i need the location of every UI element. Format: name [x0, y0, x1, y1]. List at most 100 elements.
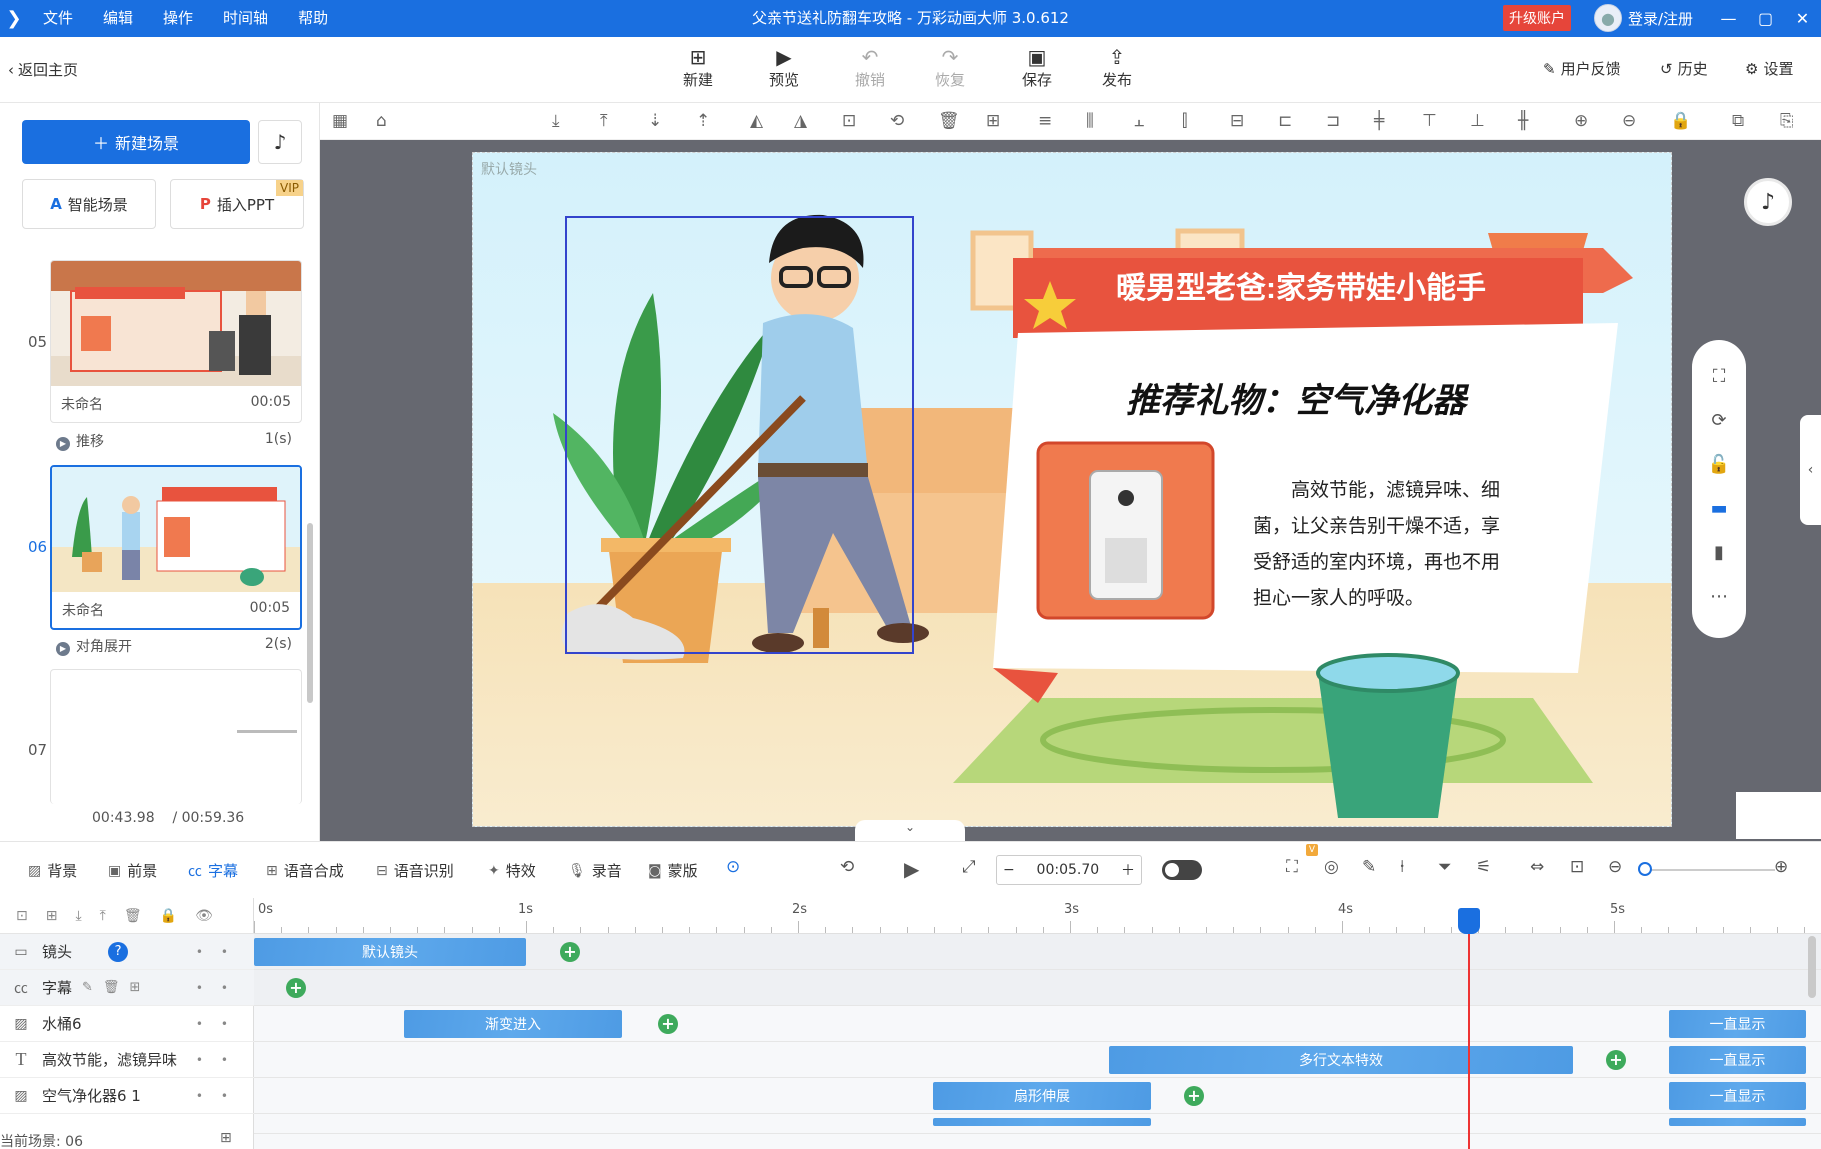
flip-vertical-icon[interactable]: ◮: [794, 111, 807, 131]
playhead-handle[interactable]: [1458, 908, 1480, 934]
more-tabs-icon[interactable]: ⊙: [726, 857, 740, 877]
zoom-out-icon[interactable]: ⊖: [1608, 857, 1622, 877]
publish-button[interactable]: ⇪ 发布: [1087, 45, 1147, 90]
unlock-icon[interactable]: 🔓: [1692, 454, 1746, 475]
scene-music-button[interactable]: ♪: [258, 120, 302, 164]
spacing-icon[interactable]: ╫: [1518, 111, 1528, 131]
timeline-scrollbar[interactable]: [1808, 936, 1816, 998]
clip-purifier[interactable]: 扇形伸展: [933, 1082, 1151, 1110]
desktop-icon[interactable]: ▬: [1692, 498, 1746, 519]
flip-horizontal-icon[interactable]: ◭: [750, 111, 763, 131]
move-top-icon[interactable]: ⤒: [600, 111, 608, 131]
new-button[interactable]: ⊞ 新建: [668, 45, 728, 90]
banner-title[interactable]: 暖男型老爸:家务带娃小能手: [1116, 263, 1486, 307]
edit-icon[interactable]: ✎: [82, 980, 93, 995]
tab-speech-recognition[interactable]: ⊟ 语音识别: [376, 860, 454, 881]
preview-button[interactable]: ▶ 预览: [754, 45, 814, 90]
filter-icon[interactable]: ⏷: [1438, 857, 1452, 877]
save-button[interactable]: ▣ 保存: [1007, 45, 1067, 90]
redo-button[interactable]: ↷ 恢复: [920, 45, 980, 90]
menu-help[interactable]: 帮助: [283, 0, 343, 37]
camera-icon[interactable]: ◎: [1324, 857, 1339, 877]
delete-icon[interactable]: 🗑: [103, 980, 120, 995]
play-icon[interactable]: ▶: [904, 857, 919, 881]
canvas-music-button[interactable]: ♪: [1744, 178, 1792, 226]
add-keyframe-icon[interactable]: +: [560, 942, 580, 962]
align-middle-icon[interactable]: ╪: [1374, 111, 1384, 131]
align-bottom-icon[interactable]: ⫠: [1134, 111, 1144, 131]
split-icon[interactable]: ⍿: [1400, 857, 1404, 877]
align-baseline-icon[interactable]: ⊥: [1470, 111, 1485, 131]
frame-icon[interactable]: ⛶: [1286, 857, 1298, 877]
group-icon[interactable]: ⊞: [986, 111, 1000, 131]
paste-icon[interactable]: ⎘: [1780, 111, 1794, 131]
time-stepper[interactable]: − 00:05.70 ＋: [996, 855, 1142, 885]
settings-button[interactable]: ⚙ 设置: [1745, 58, 1793, 79]
layer-camera[interactable]: ▭ 镜头? ••: [0, 934, 254, 970]
clip-bucket[interactable]: 渐变进入: [404, 1010, 622, 1038]
adjust-icon[interactable]: ⚟: [1476, 857, 1491, 877]
add-folder-icon[interactable]: ⊡: [16, 908, 28, 924]
align-center-h-icon[interactable]: ≡: [1038, 111, 1052, 131]
fit-screen-icon[interactable]: ⛶: [1692, 366, 1746, 387]
new-scene-button[interactable]: ＋ 新建场景: [22, 120, 250, 164]
replay-icon[interactable]: ⟲: [840, 857, 854, 877]
feedback-button[interactable]: ✎ 用户反馈: [1543, 58, 1621, 79]
smart-scene-button[interactable]: A 智能场景: [22, 179, 156, 229]
scene-transition[interactable]: ▶ 推移 1(s): [56, 431, 292, 451]
scene-card-07[interactable]: [50, 669, 302, 804]
insert-ppt-button[interactable]: P 插入PPT VIP: [170, 179, 304, 229]
scene-card-06[interactable]: 未命名 00:05: [50, 465, 302, 630]
add-keyframe-icon[interactable]: +: [1606, 1050, 1626, 1070]
add-keyframe-icon[interactable]: +: [1184, 1086, 1204, 1106]
zoom-in-icon[interactable]: ⊕: [1574, 111, 1588, 131]
menu-timeline[interactable]: 时间轴: [208, 0, 283, 37]
move-up-icon[interactable]: ⤒: [100, 908, 106, 924]
delete-icon[interactable]: 🗑: [938, 111, 960, 131]
help-icon[interactable]: ?: [108, 941, 129, 962]
zoom-out-icon[interactable]: ⊖: [1622, 111, 1636, 131]
menu-file[interactable]: 文件: [28, 0, 88, 37]
clip-partial[interactable]: [1669, 1118, 1806, 1126]
tab-tts[interactable]: ⊞ 语音合成: [266, 860, 344, 881]
tab-subtitle[interactable]: ㏄字幕: [188, 860, 238, 881]
distribute-h-icon[interactable]: ⫿: [1182, 111, 1187, 131]
maximize-icon[interactable]: ▢: [1747, 0, 1784, 37]
tab-foreground[interactable]: ▣ 前景: [108, 860, 157, 881]
layer-subtitle[interactable]: ㏄字幕 ✎ 🗑 ⊞ ••: [0, 970, 254, 1006]
clip-always-show[interactable]: 一直显示: [1669, 1010, 1806, 1038]
gift-title[interactable]: 推荐礼物：空气净化器: [1126, 373, 1466, 422]
add-keyframe-icon[interactable]: +: [658, 1014, 678, 1034]
minimap-thumbnail[interactable]: [1736, 792, 1821, 839]
clip-always-show[interactable]: 一直显示: [1669, 1046, 1806, 1074]
align-center-v-icon[interactable]: ⫼: [1086, 111, 1094, 131]
loop-toggle[interactable]: [1162, 860, 1202, 880]
collapse-timeline-tab[interactable]: ⌄: [855, 820, 965, 841]
upgrade-button[interactable]: 升级账户: [1503, 5, 1571, 31]
login-button[interactable]: ● 登录/注册: [1594, 4, 1693, 32]
copy-icon[interactable]: ⧉: [1732, 111, 1744, 131]
move-down-icon[interactable]: ⇣: [648, 111, 662, 131]
ruler-icon[interactable]: ▦: [332, 111, 348, 131]
fit-width-icon[interactable]: ⇔: [1530, 857, 1544, 877]
menu-operate[interactable]: 操作: [148, 0, 208, 37]
expand-panel-tab[interactable]: ‹: [1800, 415, 1821, 525]
scene-card-05[interactable]: 未命名 00:05: [50, 260, 302, 423]
gift-description[interactable]: 高效节能，滤镜异味、细菌，让父亲告别干燥不适，享受舒适的室内环境，再也不用担心一…: [1253, 473, 1513, 617]
rotate-camera-icon[interactable]: ⟳: [1692, 410, 1746, 431]
clip-partial[interactable]: [933, 1118, 1151, 1126]
actual-size-icon[interactable]: ⊡: [1570, 857, 1584, 877]
lock-icon[interactable]: 🔒: [160, 908, 177, 924]
rotate-icon[interactable]: ⟲: [890, 111, 904, 131]
time-value[interactable]: 00:05.70: [1037, 862, 1100, 878]
home-icon[interactable]: ⌂: [376, 111, 387, 131]
distribute-v-icon[interactable]: ⊟: [1230, 111, 1244, 131]
zoom-slider-track[interactable]: [1645, 869, 1775, 871]
zoom-in-icon[interactable]: ⊕: [1774, 857, 1788, 877]
align-top-icon[interactable]: ⊤: [1422, 111, 1437, 131]
clip-text[interactable]: 多行文本特效: [1109, 1046, 1573, 1074]
tab-record[interactable]: 🎙 录音: [568, 860, 622, 881]
move-up-icon[interactable]: ⇡: [696, 111, 710, 131]
zoom-slider-handle[interactable]: [1638, 862, 1652, 876]
history-button[interactable]: ↺ 历史: [1660, 58, 1708, 79]
